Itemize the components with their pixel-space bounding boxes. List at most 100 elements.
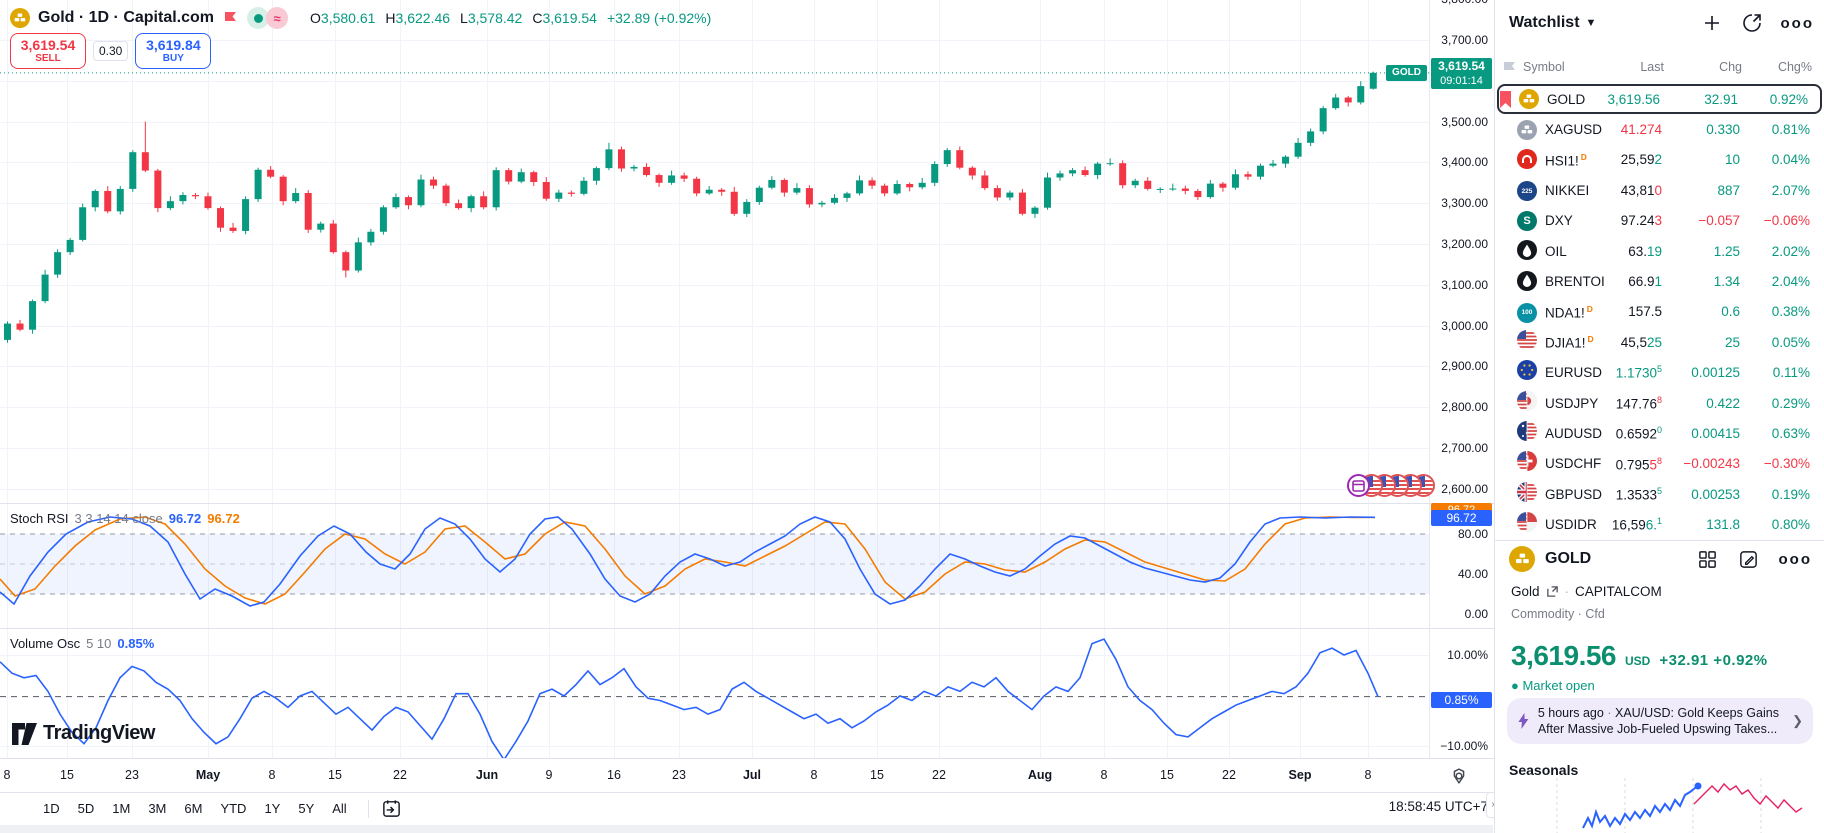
watchlist-row-xagusd[interactable]: XAGUSD41.2740.3300.81% [1497,114,1822,144]
external-link-icon[interactable] [1546,585,1559,598]
gold-icon [1519,89,1539,109]
ohlc-item: C3,619.54 [532,10,597,26]
price-tick: 3,800.00 [1441,0,1488,6]
seasonals-chart[interactable] [1495,778,1824,833]
panel-menu-icon[interactable]: ооо [1779,551,1813,568]
exchange-name[interactable]: CAPITALCOM [1575,584,1662,599]
watchlist-row-brentoi[interactable]: BRENTOI66.911.342.04% [1497,266,1822,296]
range-button-5d[interactable]: 5D [69,797,104,820]
price-tick: 2,800.00 [1441,400,1488,414]
sell-price: 3,619.54 [11,37,85,53]
eurusd-icon [1517,360,1537,385]
usdjpy-icon [1517,391,1537,416]
watchlist-row-oil[interactable]: OIL63.191.252.02% [1497,236,1822,266]
symbol-legend[interactable]: Gold · 1D · Capital.com ≈ O3,580.61H3,62… [10,7,711,29]
ohlc-item: L3,578.42 [460,10,522,26]
go-to-date-icon[interactable] [381,798,402,819]
performance-icon[interactable] [1741,12,1763,34]
watchlist-row-nda1[interactable]: 100NDA1!D157.50.60.38% [1497,297,1822,327]
row-last: 0.79558 [1616,456,1662,473]
flag-icon[interactable] [222,10,239,27]
economic-event-icon[interactable] [1347,474,1370,497]
price-axis[interactable]: 3,800.003,700.003,600.003,500.003,400.00… [1430,0,1494,792]
symbol-description: Gold [1511,584,1540,599]
connection-status-pill[interactable]: ≈ [247,7,288,29]
watchlist-row-gold[interactable]: GOLD3,619.5632.910.92% [1497,84,1822,114]
range-button-all[interactable]: All [323,797,355,820]
watchlist-row-usdidr[interactable]: USDIDR16,596.1131.80.80% [1497,509,1822,539]
buy-price: 3,619.84 [136,37,210,53]
axis-settings-icon[interactable] [1448,765,1470,787]
row-change: 1.34 [1714,274,1740,289]
time-tick: May [196,768,220,782]
row-change: 0.422 [1706,396,1740,411]
row-flag-slot [1503,425,1515,441]
range-button-1d[interactable]: 1D [34,797,69,820]
time-tick: 15 [60,768,74,782]
chevron-down-icon[interactable]: ▼ [1586,17,1597,29]
panel-symbol-name[interactable]: GOLD [1545,550,1591,568]
price-tick: 3,300.00 [1441,196,1488,210]
watchlist-row-djia1[interactable]: DJIA1!D45,525250.05% [1497,327,1822,357]
chevron-right-icon[interactable]: ❯ [1792,713,1803,729]
row-change-pct: 0.11% [1773,365,1810,380]
price-tick: 3,100.00 [1441,278,1488,292]
buy-label: BUY [136,53,210,64]
layout-grid-icon[interactable] [1697,549,1718,570]
chart-area: Gold · 1D · Capital.com ≈ O3,580.61H3,62… [0,0,1494,833]
symbol-title[interactable]: Gold · 1D · Capital.com [38,9,214,27]
row-change-pct: 2.02% [1772,244,1810,259]
candlestick-chart[interactable] [0,0,1429,503]
watchlist-row-usdchf[interactable]: USDCHF0.79558−0.00243−0.30% [1497,449,1822,479]
row-symbol: AUDUSD [1545,426,1602,441]
stoch-rsi-legend[interactable]: Stoch RSI 3 3 14 14 close 96.72 96.72 [10,511,240,526]
watchlist-row-usdjpy[interactable]: USDJPY147.7680.4220.29% [1497,388,1822,418]
price-tick: 3,000.00 [1441,319,1488,333]
watchlist-row-audusd[interactable]: AUDUSD0.659200.004150.63% [1497,418,1822,448]
range-button-3m[interactable]: 3M [139,797,175,820]
edit-note-icon[interactable] [1738,549,1759,570]
row-change-pct: 0.38% [1772,304,1810,319]
volume-osc-legend[interactable]: Volume Osc 5 10 0.85% [10,636,154,651]
watchlist-row-eurusd[interactable]: EURUSD1.173050.001250.11% [1497,358,1822,388]
range-toolbar: 1D5D1M3M6MYTD1Y5YAll [0,792,1494,824]
time-tick: Aug [1028,768,1052,782]
time-tick: 22 [1222,768,1236,782]
row-change-pct: −0.30% [1764,456,1810,471]
news-item[interactable]: 5 hours ago · XAU/USD: Gold Keeps Gains … [1507,698,1813,744]
watchlist-column-headers[interactable]: SymbolLastChgChg% [1503,60,1816,78]
time-tick: 8 [269,768,276,782]
row-last: 16,596.1 [1612,516,1662,533]
row-change: 1.25 [1714,244,1740,259]
time-tick: 22 [932,768,946,782]
time-tick: 8 [4,768,11,782]
time-tick: 15 [870,768,884,782]
price-tick: 2,900.00 [1441,359,1488,373]
add-symbol-icon[interactable] [1701,12,1723,34]
row-change: 131.8 [1706,517,1740,532]
row-change: 0.6 [1721,304,1740,319]
watchlist-title[interactable]: Watchlist [1509,14,1580,32]
volume-osc-chart[interactable] [0,628,1429,758]
sell-button[interactable]: 3,619.54 SELL [10,33,86,69]
watchlist-row-gbpusd[interactable]: GBPUSD1.353350.002530.19% [1497,479,1822,509]
watchlist-row-hsi1[interactable]: HSI1!D25,592100.04% [1497,145,1822,175]
row-change: 887 [1717,183,1740,198]
delayed-badge: D [1581,152,1587,162]
watchlist-row-nikkei[interactable]: 225NIKKEI43,8108872.07% [1497,175,1822,205]
range-button-1y[interactable]: 1Y [255,797,289,820]
time-tick: 15 [1160,768,1174,782]
watchlist-menu-icon[interactable]: ооо [1781,15,1815,32]
bottom-strip [0,825,1493,833]
row-last: 97.243 [1621,213,1662,228]
time-axis[interactable]: 81523May81522Jun91623Jul81522Aug81522Sep… [0,758,1494,792]
range-button-1m[interactable]: 1M [103,797,139,820]
tradingview-watermark: TradingView [12,722,155,745]
buy-button[interactable]: 3,619.84 BUY [135,33,211,69]
range-button-ytd[interactable]: YTD [211,797,255,820]
gold-icon [1509,546,1535,572]
range-button-5y[interactable]: 5Y [289,797,323,820]
range-button-6m[interactable]: 6M [175,797,211,820]
delay-status-icon: ≈ [266,7,288,29]
watchlist-row-dxy[interactable]: SDXY97.243−0.057−0.06% [1497,206,1822,236]
